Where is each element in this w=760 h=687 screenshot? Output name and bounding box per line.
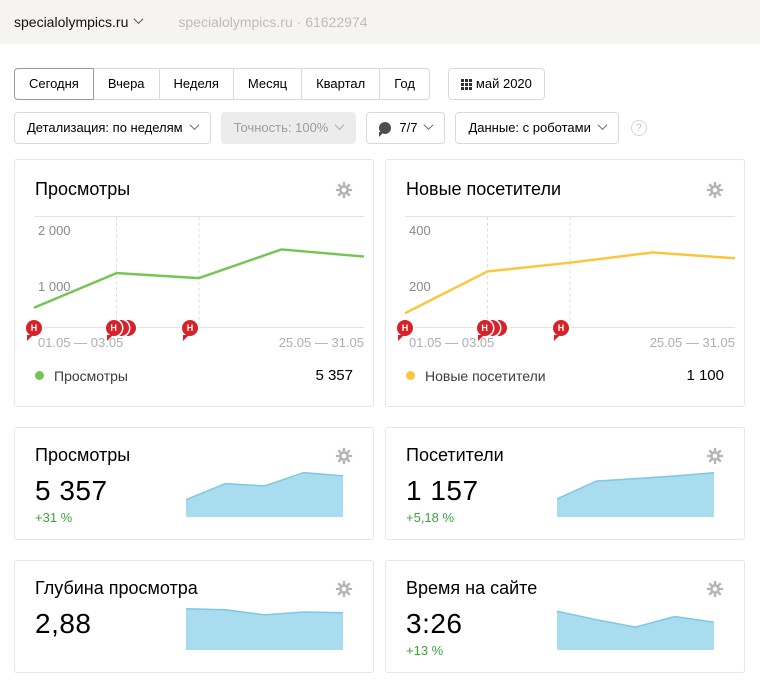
gear-icon[interactable] — [335, 181, 353, 199]
tab-quarter[interactable]: Квартал — [301, 68, 380, 100]
chart-legend: Новые посетители 1 100 — [406, 367, 724, 384]
card-time-metric: Время на сайте 3:26 +13 % — [385, 560, 745, 673]
chevron-down-icon — [134, 14, 144, 24]
calendar-label: май 2020 — [476, 76, 532, 91]
x-axis-labels: 01.05 — 03.05 25.05 — 31.05 — [405, 328, 735, 350]
comment-marker[interactable]: Н — [26, 320, 42, 336]
gear-icon[interactable] — [335, 580, 353, 598]
x-axis-right-label: 25.05 — 31.05 — [650, 335, 735, 350]
card-title: Время на сайте — [406, 578, 537, 599]
chevron-down-icon — [424, 120, 434, 130]
gear-icon[interactable] — [335, 447, 353, 465]
sparkline-time — [557, 598, 714, 650]
comment-bubble-icon — [379, 122, 391, 134]
chart-legend: Просмотры 5 357 — [35, 367, 353, 384]
calendar-button[interactable]: май 2020 — [448, 68, 545, 100]
sparkline-visitors — [557, 465, 714, 517]
period-tabs-row: Сегодня Вчера Неделя Месяц Квартал Год м… — [14, 68, 746, 100]
widgets-grid: Просмотры 2 000 1 000 Н Н Н 01.05 — 03.05 25… — [14, 159, 746, 673]
site-info: specialolympics.ru · 61622974 — [178, 14, 367, 30]
chevron-down-icon — [335, 120, 345, 130]
comment-marker[interactable]: Н — [477, 320, 493, 336]
accuracy-dropdown: Точность: 100% — [221, 112, 357, 144]
card-title: Посетители — [406, 445, 504, 466]
chevron-down-icon — [189, 120, 199, 130]
help-icon[interactable]: ? — [631, 120, 647, 136]
comment-marker[interactable]: Н — [553, 320, 569, 336]
x-axis-right-label: 25.05 — 31.05 — [279, 335, 364, 350]
gear-icon[interactable] — [706, 447, 724, 465]
tab-year[interactable]: Год — [379, 68, 430, 100]
card-views-metric: Просмотры 5 357 +31 % — [14, 427, 374, 540]
filters-row: Детализация: по неделям Точность: 100% 7… — [14, 112, 746, 144]
legend-label: Новые посетители — [425, 368, 546, 384]
tab-week[interactable]: Неделя — [159, 68, 234, 100]
legend-label: Просмотры — [54, 368, 128, 384]
site-selector-label: specialolympics.ru — [14, 14, 128, 30]
calendar-icon — [461, 79, 464, 82]
card-title: Просмотры — [35, 179, 130, 200]
legend-value: 5 357 — [315, 367, 353, 384]
chevron-down-icon — [597, 120, 607, 130]
data-mode-dropdown-label: Данные: с роботами — [468, 120, 590, 135]
detail-dropdown-label: Детализация: по неделям — [27, 120, 183, 135]
card-views-chart: Просмотры 2 000 1 000 Н Н Н 01.05 — 03.05 25… — [14, 159, 374, 407]
card-title: Глубина просмотра — [35, 578, 198, 599]
comment-marker[interactable]: Н — [182, 320, 198, 336]
top-bar: specialolympics.ru specialolympics.ru · … — [0, 0, 760, 44]
x-axis-labels: 01.05 — 03.05 25.05 — 31.05 — [34, 328, 364, 350]
legend-dot — [406, 371, 415, 380]
tab-month[interactable]: Месяц — [233, 68, 302, 100]
comment-marker[interactable]: Н — [106, 320, 122, 336]
sparkline-depth — [186, 598, 343, 650]
card-title: Новые посетители — [406, 179, 561, 200]
y-axis-tick: 400 — [409, 223, 431, 238]
accuracy-dropdown-label: Точность: 100% — [234, 120, 329, 135]
tab-today[interactable]: Сегодня — [14, 68, 94, 100]
card-title: Просмотры — [35, 445, 130, 466]
gear-icon[interactable] — [706, 580, 724, 598]
comments-dropdown[interactable]: 7/7 — [366, 112, 445, 144]
line-chart-new-visitors[interactable]: 400200ННН — [405, 216, 735, 328]
period-tabs: Сегодня Вчера Неделя Месяц Квартал Год — [14, 68, 430, 100]
legend-value: 1 100 — [686, 367, 724, 384]
y-axis-tick: 2 000 — [38, 223, 71, 238]
y-axis-tick: 1 000 — [38, 279, 71, 294]
card-new-visitors-chart: Новые посетители 400 200 Н Н Н 01.05 — 03.05… — [385, 159, 745, 407]
comments-dropdown-label: 7/7 — [399, 120, 417, 135]
tab-yesterday[interactable]: Вчера — [93, 68, 160, 100]
legend-dot — [35, 371, 44, 380]
data-mode-dropdown[interactable]: Данные: с роботами — [455, 112, 618, 144]
card-visitors-metric: Посетители 1 157 +5,18 % — [385, 427, 745, 540]
site-selector[interactable]: specialolympics.ru — [14, 14, 142, 30]
detail-dropdown[interactable]: Детализация: по неделям — [14, 112, 211, 144]
gear-icon[interactable] — [706, 181, 724, 199]
comment-marker[interactable]: Н — [397, 320, 413, 336]
y-axis-tick: 200 — [409, 279, 431, 294]
line-chart-views[interactable]: 2 0001 000ННН — [34, 216, 364, 328]
sparkline-views — [186, 465, 343, 517]
card-depth-metric: Глубина просмотра 2,88 — [14, 560, 374, 673]
